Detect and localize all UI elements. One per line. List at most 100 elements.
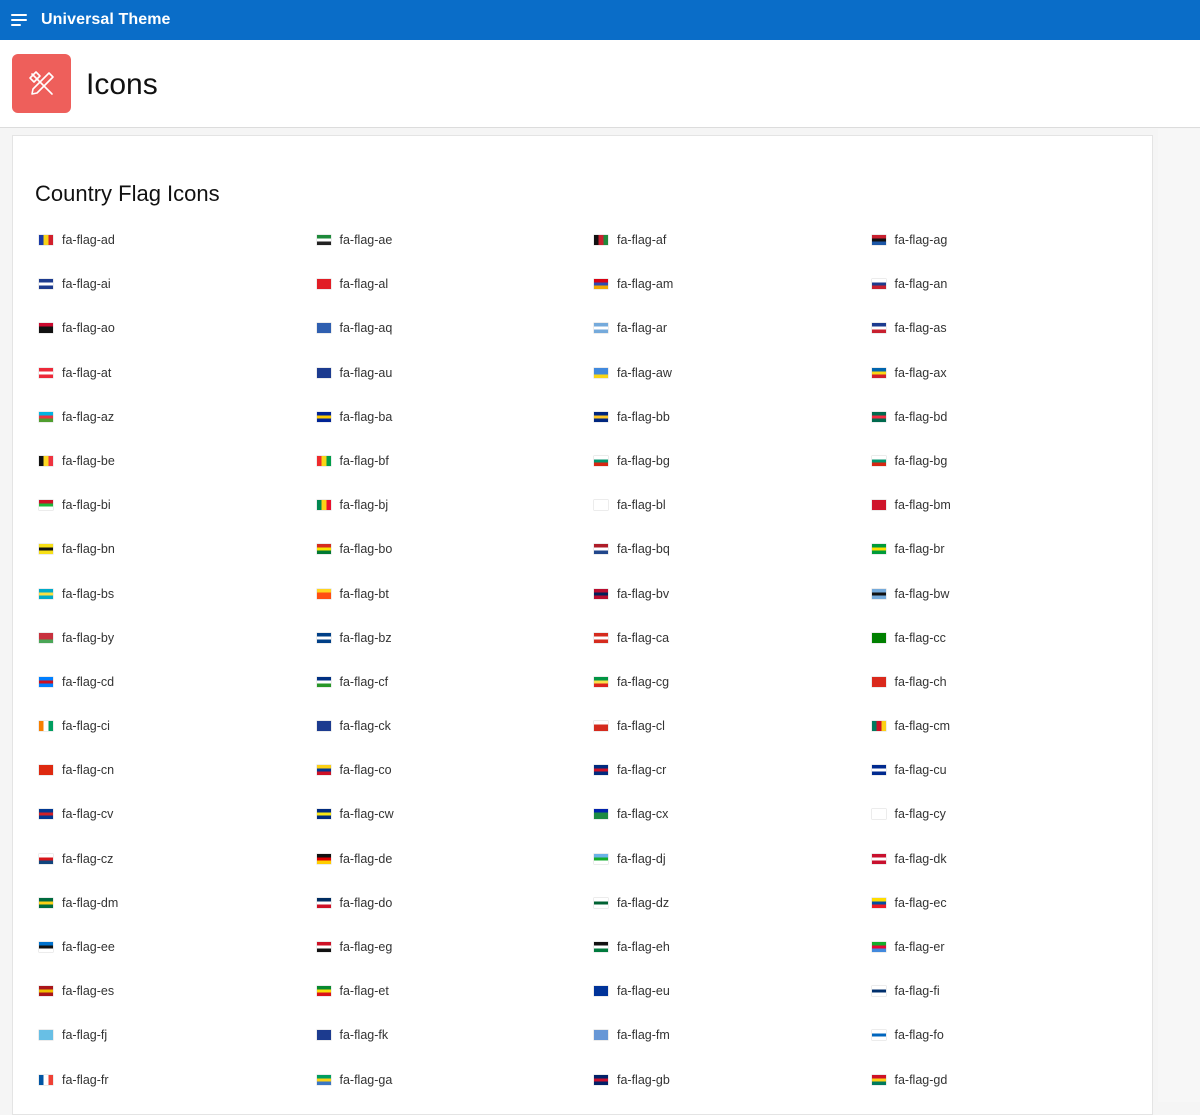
flag-list-item[interactable]: fa-flag-do: [316, 889, 595, 917]
flag-list-item[interactable]: fa-flag-cy: [871, 800, 1150, 828]
flag-list-item[interactable]: fa-flag-ee: [39, 933, 317, 961]
flag-label: fa-flag-aq: [339, 321, 393, 336]
flag-list-item[interactable]: fa-flag-et: [316, 977, 595, 1005]
flag-dk-icon: [871, 853, 886, 864]
flag-list-item[interactable]: fa-flag-am: [594, 270, 872, 298]
flag-cd-icon: [39, 676, 53, 687]
flag-list-item[interactable]: fa-flag-gb: [594, 1066, 872, 1094]
flag-list-item[interactable]: fa-flag-eh: [594, 933, 872, 961]
flag-label: fa-flag-ar: [617, 321, 668, 336]
flag-list-item[interactable]: fa-flag-be: [39, 447, 317, 475]
flag-dz-icon: [594, 897, 608, 908]
flag-list-item[interactable]: fa-flag-co: [316, 756, 595, 784]
flag-bf-icon: [316, 455, 331, 466]
flag-list-item[interactable]: fa-flag-bm: [871, 491, 1150, 519]
flag-list-item[interactable]: fa-flag-bv: [594, 580, 872, 608]
flag-list-item[interactable]: fa-flag-ag: [871, 226, 1150, 254]
flag-list-item[interactable]: fa-flag-cl: [594, 712, 872, 740]
flag-list-item[interactable]: fa-flag-bo: [316, 535, 595, 563]
flag-list-item[interactable]: fa-flag-fo: [871, 1021, 1150, 1049]
flag-list-item[interactable]: fa-flag-ao: [39, 314, 317, 342]
flag-list-item[interactable]: fa-flag-ck: [316, 712, 595, 740]
flag-list-item[interactable]: fa-flag-cu: [871, 756, 1150, 784]
flag-list-item[interactable]: fa-flag-gd: [871, 1066, 1150, 1094]
flag-list-item[interactable]: fa-flag-fi: [871, 977, 1150, 1005]
flag-list-item[interactable]: fa-flag-cz: [39, 845, 317, 873]
flag-list-item[interactable]: fa-flag-ec: [871, 889, 1150, 917]
flag-list-item[interactable]: fa-flag-bb: [594, 403, 872, 431]
flag-list-item[interactable]: fa-flag-bn: [39, 535, 317, 563]
flag-list-item[interactable]: fa-flag-by: [39, 624, 317, 652]
flag-list-item[interactable]: fa-flag-bz: [316, 624, 595, 652]
flag-list-item[interactable]: fa-flag-ai: [39, 270, 317, 298]
flag-list-item[interactable]: fa-flag-af: [594, 226, 872, 254]
menu-toggle-icon[interactable]: [11, 13, 27, 27]
flag-list-item[interactable]: fa-flag-eg: [316, 933, 595, 961]
flag-list-item[interactable]: fa-flag-bj: [316, 491, 595, 519]
flag-list-item[interactable]: fa-flag-ci: [39, 712, 317, 740]
flag-list-item[interactable]: fa-flag-dz: [594, 889, 872, 917]
app-title[interactable]: Universal Theme: [41, 11, 171, 29]
flag-list-item[interactable]: fa-flag-cd: [39, 668, 317, 696]
flag-list-item[interactable]: fa-flag-bd: [871, 403, 1150, 431]
flag-list-item[interactable]: fa-flag-ar: [594, 314, 872, 342]
flag-list-item[interactable]: fa-flag-dj: [594, 845, 872, 873]
flag-br-icon: [871, 544, 886, 555]
flag-list-item[interactable]: fa-flag-es: [39, 977, 317, 1005]
flag-list-item[interactable]: fa-flag-an: [871, 270, 1150, 298]
flag-fo-icon: [871, 1030, 886, 1041]
flag-list-item[interactable]: fa-flag-fm: [594, 1021, 872, 1049]
flag-list-item[interactable]: fa-flag-cc: [871, 624, 1150, 652]
flag-list-item[interactable]: fa-flag-bs: [39, 580, 317, 608]
flag-list-item[interactable]: fa-flag-cg: [594, 668, 872, 696]
flag-list-item[interactable]: fa-flag-fk: [316, 1021, 595, 1049]
flag-list-item[interactable]: fa-flag-fj: [39, 1021, 317, 1049]
flag-list-item[interactable]: fa-flag-ad: [39, 226, 317, 254]
flag-list-item[interactable]: fa-flag-cw: [316, 800, 595, 828]
flag-list-item[interactable]: fa-flag-aq: [316, 314, 595, 342]
flag-list-item[interactable]: fa-flag-ba: [316, 403, 595, 431]
flag-eh-icon: [594, 942, 608, 952]
flag-fk-icon: [316, 1030, 331, 1041]
flag-list-item[interactable]: fa-flag-bl: [594, 491, 872, 519]
flag-label: fa-flag-co: [339, 763, 392, 778]
flag-list-item[interactable]: fa-flag-cr: [594, 756, 872, 784]
flag-list-item[interactable]: fa-flag-dk: [871, 845, 1150, 873]
flag-cl-icon: [594, 721, 608, 732]
flag-list-item[interactable]: fa-flag-cm: [871, 712, 1150, 740]
flag-list-item[interactable]: fa-flag-ae: [316, 226, 595, 254]
flag-list-item[interactable]: fa-flag-bg: [594, 447, 872, 475]
flag-label: fa-flag-fo: [894, 1028, 944, 1043]
flag-list-item[interactable]: fa-flag-bf: [316, 447, 595, 475]
flag-list-item[interactable]: fa-flag-dm: [39, 889, 317, 917]
flag-list-item[interactable]: fa-flag-cn: [39, 756, 317, 784]
flag-list-item[interactable]: fa-flag-bq: [594, 535, 872, 563]
flag-list-item[interactable]: fa-flag-aw: [594, 359, 872, 387]
flag-list-item[interactable]: fa-flag-ax: [871, 359, 1150, 387]
flag-list-item[interactable]: fa-flag-bi: [39, 491, 317, 519]
flag-list-item[interactable]: fa-flag-ch: [871, 668, 1150, 696]
flag-list-item[interactable]: fa-flag-er: [871, 933, 1150, 961]
flag-list-item[interactable]: fa-flag-al: [316, 270, 595, 298]
flag-list-item[interactable]: fa-flag-bt: [316, 580, 595, 608]
flag-list-item[interactable]: fa-flag-ga: [316, 1066, 595, 1094]
flag-label: fa-flag-et: [339, 984, 389, 999]
flag-list-item[interactable]: fa-flag-cv: [39, 800, 317, 828]
flag-eu-icon: [594, 986, 608, 997]
flag-list-item[interactable]: fa-flag-ca: [594, 624, 872, 652]
flag-list-item[interactable]: fa-flag-bg: [871, 447, 1150, 475]
flag-aw-icon: [594, 367, 608, 378]
flag-fm-icon: [594, 1030, 608, 1041]
flag-list-item[interactable]: fa-flag-at: [39, 359, 317, 387]
flag-list-item[interactable]: fa-flag-cf: [316, 668, 595, 696]
flag-list-item[interactable]: fa-flag-de: [316, 845, 595, 873]
flag-list-item[interactable]: fa-flag-au: [316, 359, 595, 387]
flag-list-item[interactable]: fa-flag-as: [871, 314, 1150, 342]
flag-list-item[interactable]: fa-flag-cx: [594, 800, 872, 828]
flag-list-item[interactable]: fa-flag-az: [39, 403, 317, 431]
flag-list-item[interactable]: fa-flag-bw: [871, 580, 1150, 608]
flag-be-icon: [39, 455, 53, 466]
flag-list-item[interactable]: fa-flag-fr: [39, 1066, 317, 1094]
flag-list-item[interactable]: fa-flag-br: [871, 535, 1150, 563]
flag-list-item[interactable]: fa-flag-eu: [594, 977, 872, 1005]
